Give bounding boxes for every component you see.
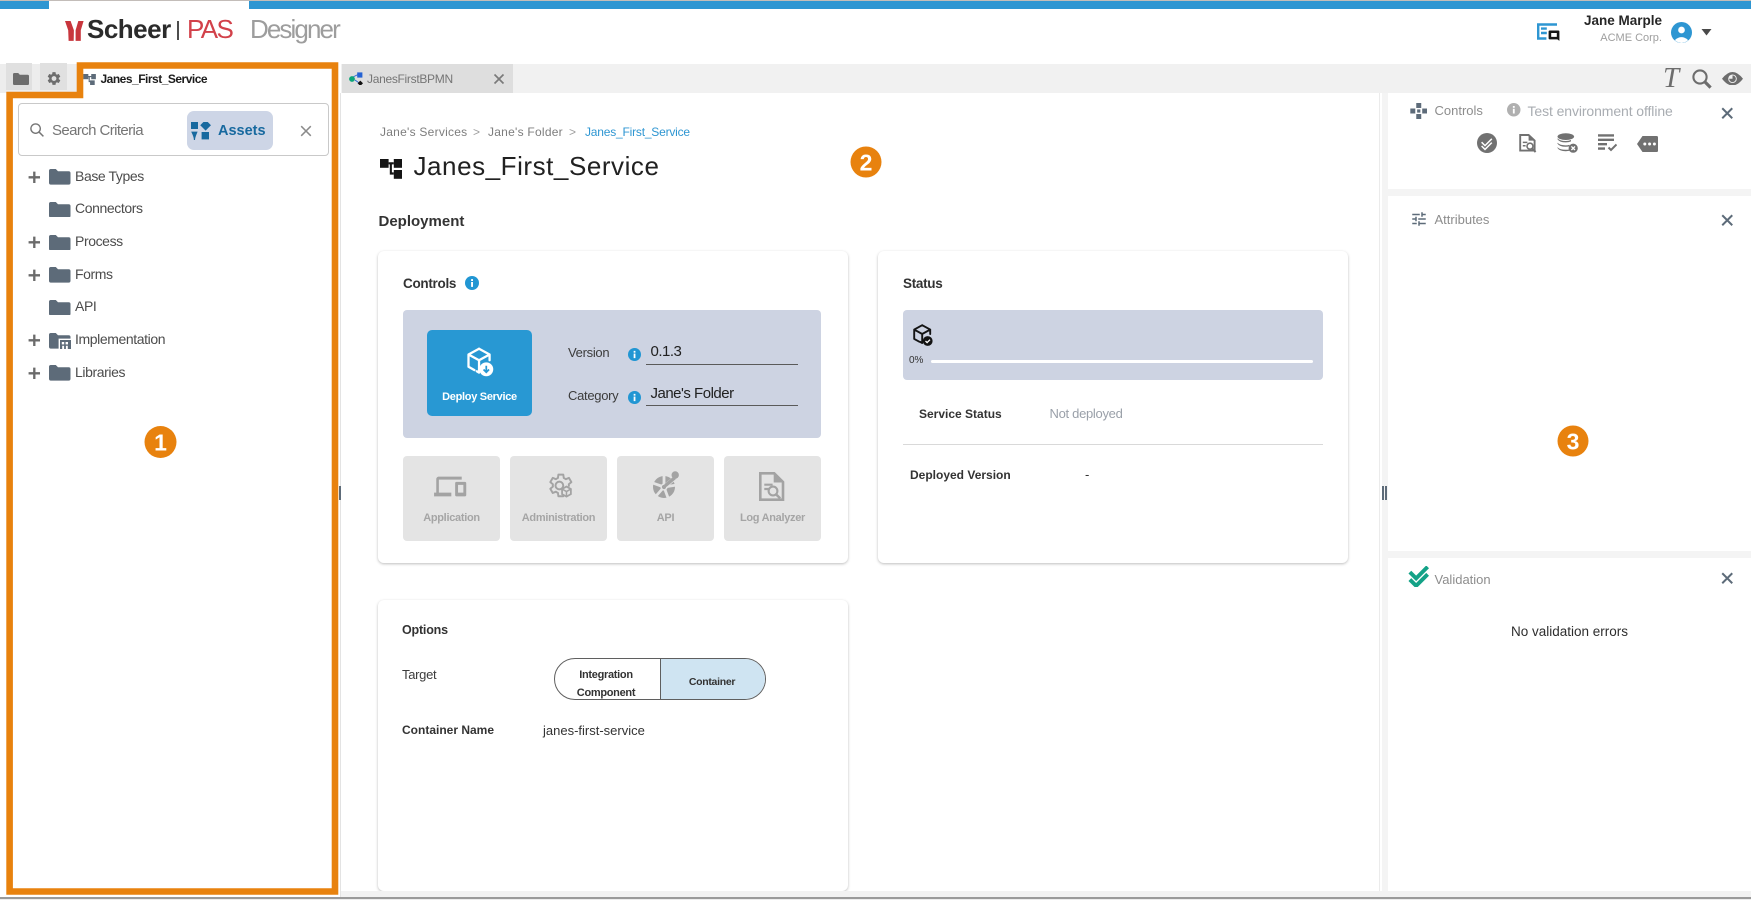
svg-text:2: 2 [860, 150, 873, 176]
svg-text:1: 1 [154, 430, 167, 456]
svg-text:3: 3 [1567, 429, 1580, 455]
